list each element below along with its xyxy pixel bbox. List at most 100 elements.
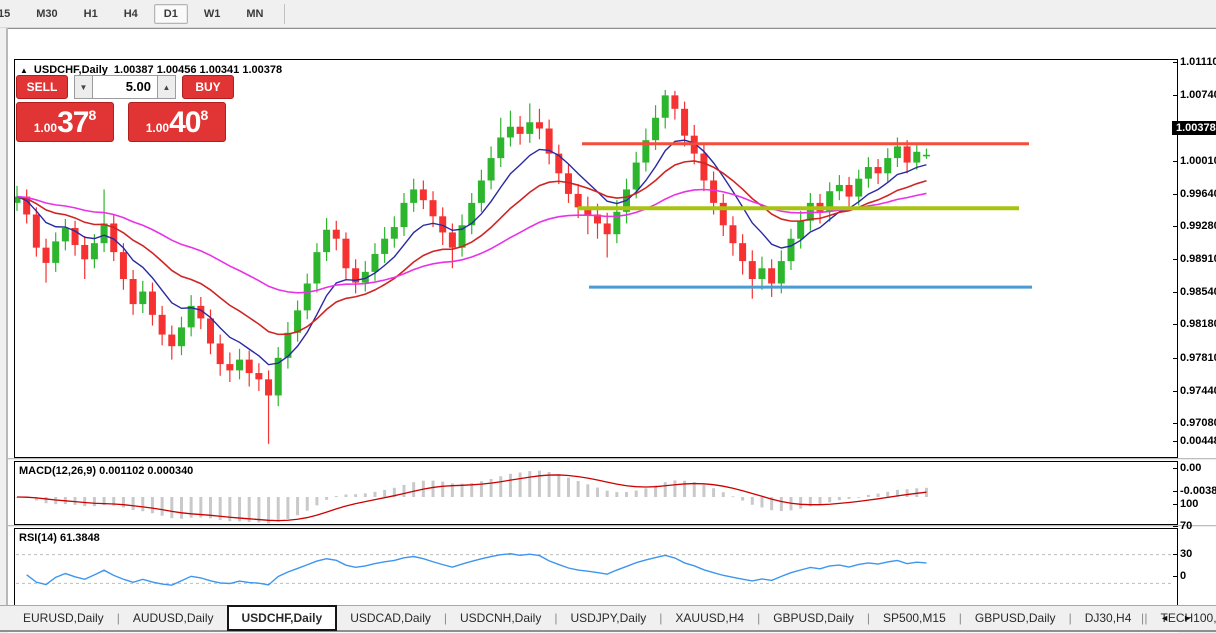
macd-indicator-panel[interactable]: MACD(12,26,9) 0.001102 0.000340 [14,461,1178,525]
price-tick-label: 1.01110 [1173,55,1216,69]
macd-histogram-bar [838,497,841,500]
candle-body [662,95,669,117]
macd-histogram-bar [344,495,347,497]
chart-tab-sp500-8[interactable]: SP500,M15 [870,606,959,630]
timeframe-button-15[interactable]: 15 [0,4,20,24]
rsi-indicator-panel[interactable]: RSI(14) 61.3848 [14,528,1178,607]
timeframe-button-w1[interactable]: W1 [194,4,231,24]
macd-axis-label: 0.00 [1173,461,1201,475]
one-click-trading-widget: SELL ▼ 5.00 ▲ BUY 1.00 37 8 1.00 40 8 [16,75,236,142]
macd-histogram-bar [296,497,299,515]
candle-body [904,146,911,162]
price-tick-label: 1.00740 [1173,88,1216,102]
macd-histogram-bar [644,488,647,497]
volume-decrease-button[interactable]: ▼ [74,75,93,99]
rsi-label: RSI(14) 61.3848 [19,532,100,544]
candle-body [410,189,417,202]
collapse-triangle-icon[interactable]: ▲ [20,66,28,75]
tick-mark [1173,391,1178,392]
rsi-axis-label: 70 [1173,519,1192,533]
tick-mark [1173,194,1178,195]
chart-tab-dj30-10[interactable]: DJ30,H4 [1072,606,1145,630]
macd-histogram-bar [780,497,783,511]
macd-histogram-bar [693,482,696,497]
macd-histogram-bar [906,489,909,497]
tick-mark [1173,491,1178,492]
sell-button[interactable]: SELL [16,75,68,99]
macd-histogram-bar [577,481,580,497]
chart-tab-gbpusd-7[interactable]: GBPUSD,Daily [760,606,867,630]
tick-mark [1173,226,1178,227]
candle-body [120,252,127,279]
timeframe-button-m30[interactable]: M30 [26,4,67,24]
candle-body [575,194,582,207]
candle-body [710,180,717,202]
macd-histogram-bar [567,478,570,497]
macd-histogram-bar [528,471,531,497]
candle-body [507,127,514,138]
chart-tab-gbpusd-9[interactable]: GBPUSD,Daily [962,606,1069,630]
candle-body [226,364,233,370]
macd-histogram-bar [403,485,406,497]
macd-histogram-bar [606,491,609,497]
macd-histogram-bar [335,496,338,497]
price-tick-label: 1.00010 [1173,154,1216,168]
candle-body [323,230,330,252]
candle-body [101,223,108,243]
buy-price-quote[interactable]: 1.00 40 8 [128,102,226,142]
buy-button[interactable]: BUY [182,75,234,99]
timeframe-button-h4[interactable]: H4 [114,4,148,24]
candle-body [846,185,853,197]
chart-tab-usdchf-2[interactable]: USDCHF,Daily [227,605,338,631]
tick-mark [1173,161,1178,162]
chart-window: ▲ USDCHF,Daily 1.00387 1.00456 1.00341 1… [0,28,1216,605]
candle-body [149,292,156,315]
macd-histogram-bar [615,492,618,497]
candle-body [739,243,746,261]
volume-increase-button[interactable]: ▲ [157,75,176,99]
macd-histogram-bar [122,497,125,507]
timeframe-button-mn[interactable]: MN [236,4,273,24]
toolbar-separator [284,4,285,24]
rsi-axis-label: 100 [1173,497,1198,511]
macd-histogram-bar [499,476,502,497]
volume-input[interactable]: 5.00 [93,75,157,99]
chevron-up-icon: ▲ [163,83,171,92]
chart-tab-audusd-1[interactable]: AUDUSD,Daily [120,606,227,630]
macd-histogram-bar [519,472,522,497]
chart-tab-usdcnh-4[interactable]: USDCNH,Daily [447,606,554,630]
candle-body [62,228,69,241]
price-tick-label: 0.98180 [1173,317,1216,331]
tab-scroll-left-icon[interactable]: ◄ [1160,613,1169,623]
sell-price-quote[interactable]: 1.00 37 8 [16,102,114,142]
macd-histogram-bar [141,497,144,511]
candle-body [536,122,543,128]
candle-body [246,360,253,373]
tab-scroll-controls: | ◄ ► [1141,611,1192,625]
macd-histogram-bar [664,482,667,497]
candle-body [236,360,243,371]
timeframe-button-h1[interactable]: H1 [74,4,108,24]
price-tick-label: 0.98910 [1173,252,1216,266]
macd-histogram-bar [886,492,889,497]
sell-price-small: 1.00 [34,121,57,135]
macd-histogram-bar [83,497,86,506]
tab-scroll-right-icon[interactable]: ► [1183,613,1192,623]
candle-body [294,310,301,332]
macd-histogram-bar [799,497,802,509]
chart-tab-xauusd-6[interactable]: XAUUSD,H4 [662,606,757,630]
timeframe-button-d1[interactable]: D1 [154,4,188,24]
chart-tab-usdcad-3[interactable]: USDCAD,Daily [337,606,444,630]
chart-tab-usdjpy-5[interactable]: USDJPY,Daily [557,606,659,630]
macd-histogram-bar [722,492,725,497]
macd-histogram-bar [877,494,880,497]
candle-body [681,109,688,136]
macd-histogram-bar [441,482,444,497]
candle-body [720,203,727,225]
price-tick-label: 0.98540 [1173,285,1216,299]
candle-body [401,203,408,227]
macd-histogram-bar [819,497,822,505]
price-axis[interactable]: 1.011101.007401.000100.996400.992800.989… [1172,28,1216,579]
candle-body [255,373,262,379]
chart-tab-eurusd-0[interactable]: EURUSD,Daily [10,606,117,630]
